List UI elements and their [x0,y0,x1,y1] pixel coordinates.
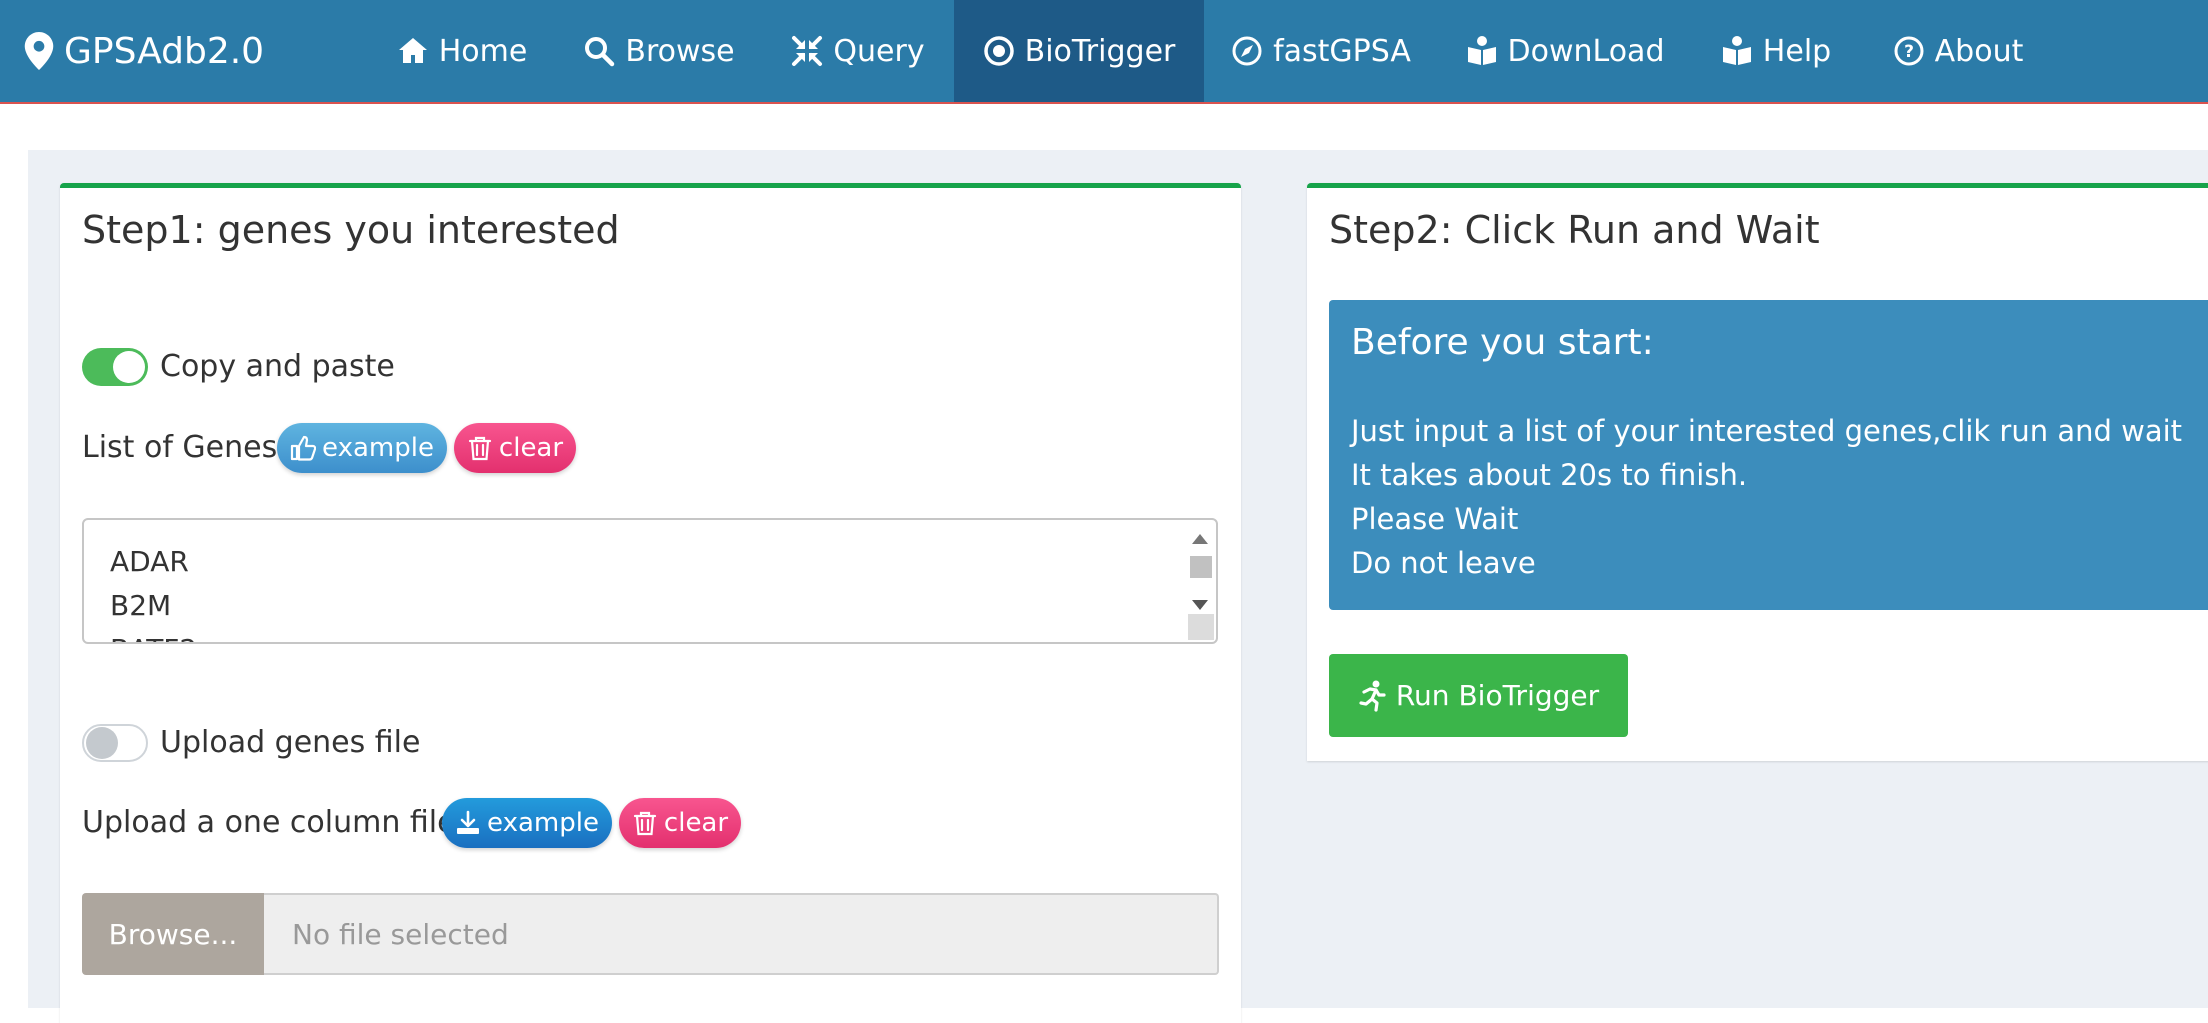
nav-download[interactable]: DownLoad [1467,0,1665,102]
upload-toggle[interactable] [82,724,148,762]
resize-handle-icon[interactable] [1188,614,1214,640]
before-start-panel: Before you start: Just input a list of y… [1329,300,2208,610]
nav-fastgpsa-label: fastGPSA [1273,33,1411,69]
gene-line: BATF2 [110,628,197,642]
book-reader-icon [1722,36,1751,65]
copy-paste-toggle[interactable] [82,348,148,386]
gene-list-content: ADAR B2M BATF2 [110,540,197,642]
dot-circle-icon [983,36,1014,66]
step2-title: Step2: Click Run and Wait [1329,208,1820,252]
scroll-down-arrow-icon[interactable] [1192,600,1208,610]
svg-text:?: ? [1904,42,1914,62]
step1-title: Step1: genes you interested [82,208,620,252]
nav-download-label: DownLoad [1507,33,1665,69]
example-button-label: example [322,433,434,463]
map-marker-icon [24,32,54,70]
nav-biotrigger-label: BioTrigger [1024,33,1176,69]
copy-paste-label: Copy and paste [160,349,395,384]
scroll-thumb[interactable] [1190,556,1212,578]
info-line: Just input a list of your interested gen… [1351,414,2183,448]
compress-arrows-icon [792,36,823,66]
nav-browse-label: Browse [625,33,735,69]
upload-file-label: Upload a one column file: [82,805,466,840]
clear-button[interactable]: clear [454,423,576,473]
nav-query-label: Query [833,33,925,69]
info-line: Do not leave [1351,546,1536,580]
nav-home-label: Home [438,33,528,69]
home-icon [398,38,427,63]
gene-line: ADAR [110,545,189,578]
compass-icon [1232,36,1262,66]
nav-browse[interactable]: Browse [584,0,735,102]
nav-help-label: Help [1762,33,1832,69]
nav-help[interactable]: Help [1722,0,1832,102]
nav-home[interactable]: Home [392,0,532,102]
question-circle-icon: ? [1894,36,1924,66]
trash-icon [633,811,657,836]
browse-button[interactable]: Browse... [82,893,264,975]
upload-clear-button[interactable]: clear [619,798,741,848]
thumbs-up-icon [290,435,317,461]
download-icon [457,810,480,834]
file-placeholder: No file selected [292,917,509,951]
upload-example-label: example [487,808,599,838]
run-biotrigger-button[interactable]: Run BioTrigger [1329,654,1628,737]
run-button-label: Run BioTrigger [1395,679,1600,712]
upload-clear-label: clear [663,808,729,838]
toggle-knob [113,351,145,383]
running-person-icon [1359,680,1386,712]
upload-example-button[interactable]: example [442,798,612,848]
toggle-knob [86,727,118,759]
nav-biotrigger[interactable]: BioTrigger [954,0,1204,102]
info-line: Please Wait [1351,502,1519,536]
book-reader-icon [1467,36,1496,65]
info-title: Before you start: [1351,322,1654,363]
clear-button-label: clear [498,433,564,463]
info-line: It takes about 20s to finish. [1351,458,1748,492]
scroll-up-arrow-icon[interactable] [1192,534,1208,544]
search-icon [585,37,615,67]
example-button[interactable]: example [277,423,447,473]
file-name-field[interactable]: No file selected [264,893,1219,975]
brand-logo[interactable]: GPSAdb2.0 [24,0,264,102]
brand-name: GPSAdb2.0 [64,30,265,72]
gene-list-textarea[interactable]: ADAR B2M BATF2 [82,518,1218,644]
upload-toggle-label: Upload genes file [160,725,421,760]
nav-fastgpsa[interactable]: fastGPSA [1232,0,1411,102]
gene-line: B2M [110,589,172,622]
trash-icon [468,436,492,461]
gene-list-label: List of Genes: [82,430,288,465]
top-navbar: GPSAdb2.0 Home Browse Query BioTrigger f… [0,0,2208,104]
nav-about[interactable]: ? About [1894,0,2024,102]
nav-about-label: About [1934,33,2024,69]
nav-query[interactable]: Query [792,0,925,102]
